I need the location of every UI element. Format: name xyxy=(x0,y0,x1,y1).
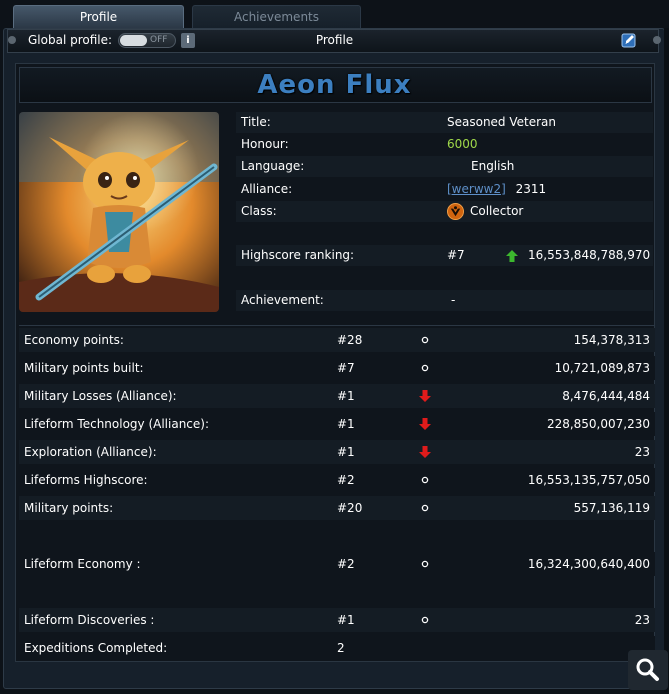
stat-name: Economy points: xyxy=(24,333,124,347)
stat-value: 10,721,089,873 xyxy=(554,361,650,375)
stat-name: Lifeform Discoveries : xyxy=(24,613,155,627)
info-row-honour: Honour: 6000 xyxy=(236,134,653,155)
trend-down-icon xyxy=(419,390,431,402)
edit-icon[interactable] xyxy=(621,32,637,48)
stat-value: 16,553,135,757,050 xyxy=(527,473,650,487)
info-row-achievement: Achievement: - xyxy=(236,290,653,311)
stat-rank: #1 xyxy=(337,417,355,431)
stats-row: Lifeform Economy : #2 16,324,300,640,400 xyxy=(19,552,655,576)
tab-profile[interactable]: Profile xyxy=(13,5,184,28)
stat-value: 154,378,313 xyxy=(573,333,650,347)
stat-rank: #7 xyxy=(337,361,355,375)
stat-rank: #1 xyxy=(337,389,355,403)
stats-row: Lifeform Discoveries : #1 23 xyxy=(19,608,655,632)
stats-row: Economy points: #28 154,378,313 xyxy=(19,328,655,352)
stat-rank: #2 xyxy=(337,473,355,487)
achievement-value: - xyxy=(451,293,456,307)
trend-neutral-icon xyxy=(421,336,429,344)
language-value: English xyxy=(471,159,515,173)
stat-name: Exploration (Alliance): xyxy=(24,445,157,459)
tab-achievements[interactable]: Achievements xyxy=(192,5,361,28)
stat-name: Expeditions Completed: xyxy=(24,641,168,655)
stat-value: 228,850,007,230 xyxy=(546,417,650,431)
stat-name: Military Losses (Alliance): xyxy=(24,389,177,403)
stat-value: 557,136,119 xyxy=(573,501,650,515)
trend-neutral-icon xyxy=(421,560,429,568)
highscore-points: 16,553,848,788,970 xyxy=(528,248,651,262)
stat-rank: #1 xyxy=(337,613,355,627)
info-row-spacer-2 xyxy=(236,267,653,288)
trend-up-icon xyxy=(506,250,518,262)
alliance-value: [werww2] 2311 xyxy=(447,179,546,200)
stats-row: Military points: #20 557,136,119 xyxy=(19,496,655,520)
trend-down-icon xyxy=(419,446,431,458)
stats-row: Lifeforms Highscore: #2 16,553,135,757,050 xyxy=(19,468,655,492)
stat-name: Military points built: xyxy=(24,361,144,375)
stat-name: Lifeform Economy : xyxy=(24,557,141,571)
title-label: Title: xyxy=(241,115,271,129)
info-row-language: Language: English xyxy=(236,156,653,177)
stats-row: Expeditions Completed: 2 xyxy=(19,636,655,660)
stat-name: Lifeforms Highscore: xyxy=(24,473,148,487)
stat-value: 23 xyxy=(634,445,650,459)
stat-rank: #28 xyxy=(337,333,363,347)
info-row-title: Title: Seasoned Veteran xyxy=(236,112,653,133)
class-label: Class: xyxy=(241,204,277,218)
trend-neutral-icon xyxy=(421,504,429,512)
stats-row: Military Losses (Alliance): #1 8,476,444,4… xyxy=(19,384,655,408)
language-label: Language: xyxy=(241,159,305,173)
stat-value: 23 xyxy=(634,613,650,627)
trend-neutral-icon xyxy=(421,616,429,624)
stat-name: Lifeform Technology (Alliance): xyxy=(24,417,210,431)
stats-row: Exploration (Alliance): #1 23 xyxy=(19,440,655,464)
stat-value: 8,476,444,484 xyxy=(562,389,650,403)
stat-rank: #1 xyxy=(337,445,355,459)
title-value: Seasoned Veteran xyxy=(447,115,557,129)
trend-down-icon xyxy=(419,418,431,430)
highscore-rank: #7 xyxy=(447,248,465,262)
fox-creature-avatar-icon xyxy=(19,112,219,312)
alliance-tag-link[interactable]: [werww2] xyxy=(447,182,506,196)
stats-row: Military points built: #7 10,721,089,873 xyxy=(19,356,655,380)
window-edge xyxy=(664,28,669,692)
collector-class-icon xyxy=(447,203,464,220)
header-title: Profile xyxy=(315,33,354,47)
alliance-label: Alliance: xyxy=(241,182,293,196)
info-row-spacer xyxy=(236,223,653,244)
stat-rank: #20 xyxy=(337,501,363,515)
trend-neutral-icon xyxy=(421,476,429,484)
alliance-number: 2311 xyxy=(515,182,547,196)
stat-value: 16,324,300,640,400 xyxy=(527,557,650,571)
honour-label: Honour: xyxy=(241,137,289,151)
player-name: Aeon Flux xyxy=(257,70,412,100)
stat-name: Military points: xyxy=(24,501,114,515)
info-row-highscore: Highscore ranking: #7 16,553,848,788,970 xyxy=(236,245,653,266)
info-row-alliance: Alliance: [werww2] 2311 xyxy=(236,179,653,200)
class-value: Collector xyxy=(470,204,524,218)
trend-neutral-icon xyxy=(421,364,429,372)
tab-bar: Profile Achievements xyxy=(0,0,669,30)
zoom-button[interactable] xyxy=(628,650,668,690)
player-avatar xyxy=(19,112,219,312)
highscore-label: Highscore ranking: xyxy=(241,248,355,262)
magnifier-icon xyxy=(636,658,659,681)
stats-row: Lifeform Technology (Alliance): #1 228,850… xyxy=(19,412,655,436)
honour-value: 6000 xyxy=(447,137,478,151)
stat-rank: #2 xyxy=(337,557,355,571)
stat-rank: 2 xyxy=(337,641,345,655)
info-row-class: Class: Collector xyxy=(236,201,653,222)
achievement-label: Achievement: xyxy=(241,293,324,307)
